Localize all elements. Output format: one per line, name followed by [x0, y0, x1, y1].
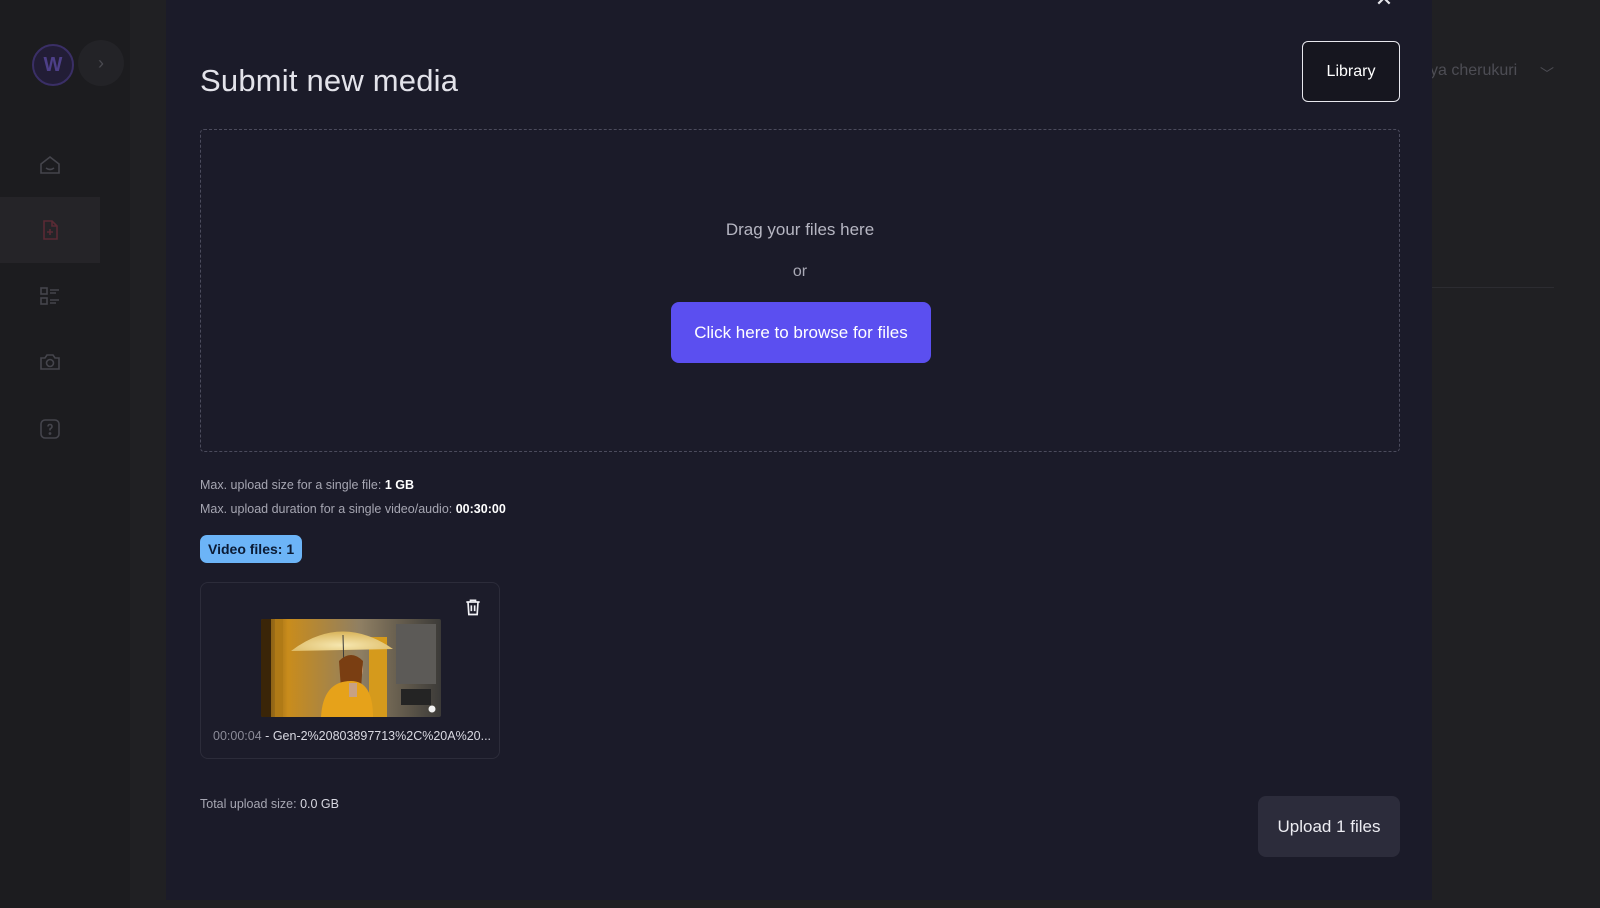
upload-limits: Max. upload size for a single file: 1 GB…: [200, 473, 506, 521]
home-icon: [40, 155, 60, 174]
sidebar-item-submit[interactable]: [0, 197, 100, 263]
video-files-badge: Video files: 1: [200, 535, 303, 563]
sidebar-item-list[interactable]: [0, 263, 100, 329]
sidebar-item-camera[interactable]: [0, 329, 100, 395]
chevron-down-icon[interactable]: ﹀: [1540, 64, 1554, 84]
drag-files-text: Drag your files here: [725, 220, 875, 239]
max-duration-label: Max. upload duration for a single video/…: [200, 502, 453, 516]
max-size-line: Max. upload size for a single file: 1 GB: [200, 473, 506, 497]
file-card: 00:00:04 - Gen-2%20803897713%2C%20A%20..…: [200, 582, 500, 759]
max-size-value: 1 GB: [384, 478, 415, 492]
total-upload-value: 0.0 GB: [300, 797, 339, 811]
video-thumbnail[interactable]: [261, 619, 441, 717]
list-icon: [40, 287, 59, 305]
sidebar-item-help[interactable]: [0, 396, 100, 462]
help-icon: [40, 419, 60, 439]
total-upload-size: Total upload size: 0.0 GB: [200, 797, 339, 811]
user-menu-name[interactable]: ya cherukuri: [1430, 62, 1517, 80]
max-duration-line: Max. upload duration for a single video/…: [200, 497, 506, 521]
file-separator: -: [265, 729, 270, 743]
sidebar-item-home[interactable]: [0, 132, 100, 198]
submit-media-modal: ✕ Submit new media Library Drag your fil…: [166, 0, 1432, 900]
file-add-icon: [43, 220, 58, 240]
sidebar: W ›: [0, 0, 130, 908]
file-dropzone[interactable]: Drag your files here or Click here to br…: [200, 129, 1400, 452]
upload-files-button[interactable]: Upload 1 files: [1258, 796, 1400, 857]
max-size-label: Max. upload size for a single file:: [200, 478, 382, 492]
file-name: Gen-2%20803897713%2C%20A%20...: [272, 729, 492, 743]
browse-files-button[interactable]: Click here to browse for files: [671, 302, 931, 363]
chevron-right-icon[interactable]: ›: [78, 40, 124, 86]
camera-icon: [40, 354, 60, 370]
file-info: 00:00:04 - Gen-2%20803897713%2C%20A%20..…: [213, 729, 493, 743]
max-duration-value: 00:30:00: [455, 502, 506, 516]
or-text: or: [792, 263, 808, 280]
page-title: Submit new media: [200, 62, 459, 98]
trash-icon[interactable]: [463, 597, 483, 617]
library-button[interactable]: Library: [1302, 41, 1400, 102]
video-thumbnail-image: [261, 619, 441, 717]
total-upload-label: Total upload size:: [200, 797, 297, 811]
close-icon[interactable]: ✕: [1374, 0, 1394, 10]
file-duration: 00:00:04: [213, 729, 262, 743]
divider: [1432, 287, 1554, 288]
logo: W: [32, 44, 74, 86]
